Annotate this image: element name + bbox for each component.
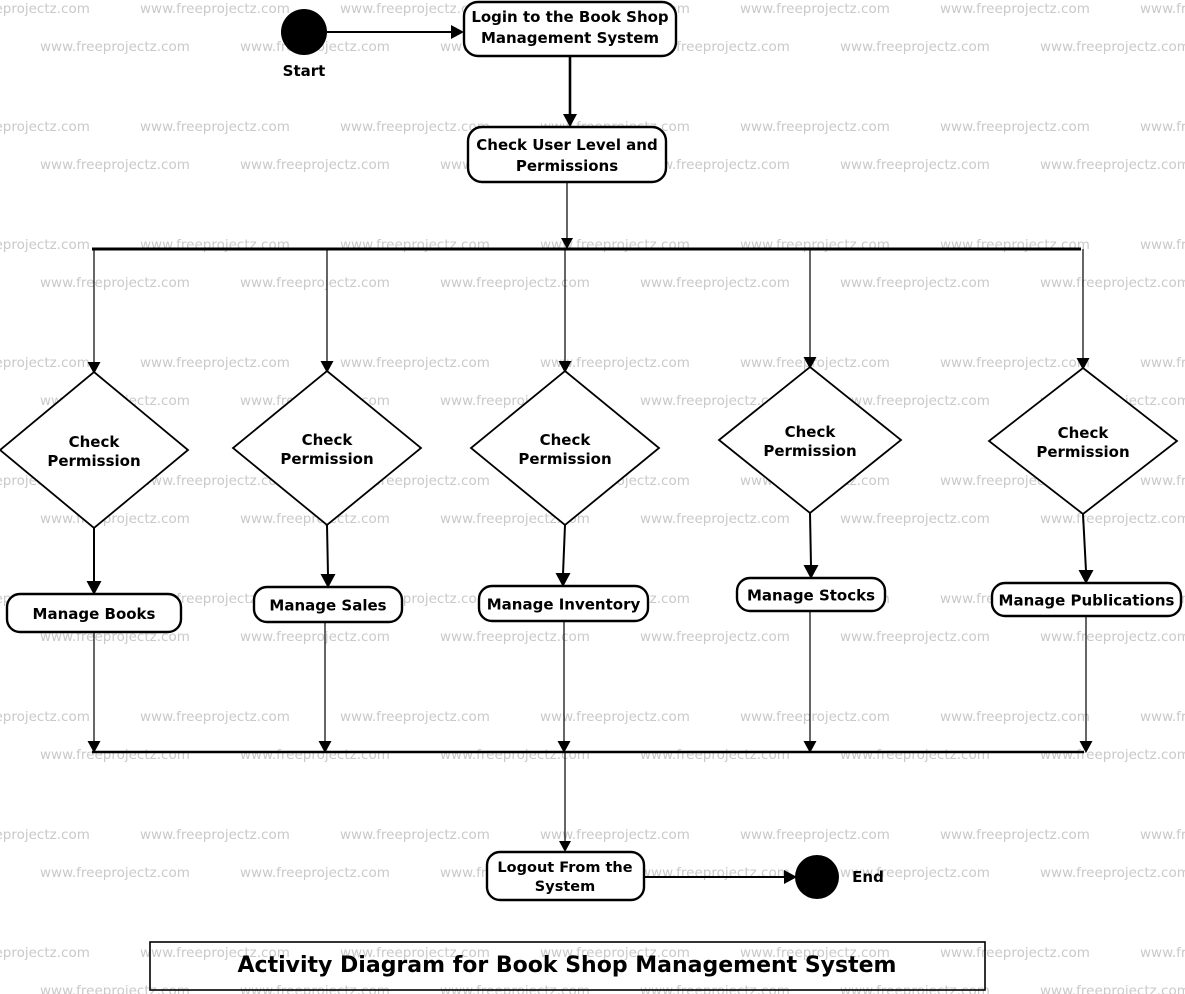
decision-label-line2-stocks: Permission xyxy=(763,442,856,460)
decision-label-line1-books: Check xyxy=(69,433,121,451)
check-user-level-action-node[interactable]: Check User Level and Permissions xyxy=(466,125,668,184)
diagram-title-frame: Activity Diagram for Book Shop Managemen… xyxy=(149,941,986,991)
diagram-title-text: Activity Diagram for Book Shop Managemen… xyxy=(238,953,897,978)
arrowhead-join-to-logout xyxy=(559,841,571,852)
action-label-publications: Manage Publications xyxy=(999,592,1175,610)
edge-decision-to-action-stocks xyxy=(809,512,812,567)
arrowhead-start-to-login xyxy=(451,25,464,39)
decision-branches-group: CheckPermissionManage BooksCheckPermissi… xyxy=(0,249,1183,753)
end-node-circle xyxy=(795,855,839,899)
decision-label-line2-inventory: Permission xyxy=(518,450,611,468)
logout-action-label-line2: System xyxy=(535,879,595,895)
diagram-graph-layer: Start Login to the Book Shop Management … xyxy=(0,0,1183,991)
logout-action-node[interactable]: Logout From the System xyxy=(485,850,646,902)
login-action-label-line1: Login to the Book Shop xyxy=(471,8,669,26)
arrowhead-check-user-to-fork xyxy=(561,238,573,249)
check-user-level-label-line2: Permissions xyxy=(516,157,618,175)
decision-label-line2-sales: Permission xyxy=(280,450,373,468)
login-action-label-line2: Management System xyxy=(481,29,659,47)
logout-action-label-line1: Logout From the xyxy=(497,860,632,876)
arrowhead-login-to-check-user xyxy=(563,114,577,127)
decision-label-line1-stocks: Check xyxy=(785,423,837,441)
edge-decision-to-action-inventory xyxy=(562,524,566,575)
start-node-circle xyxy=(281,9,327,55)
decision-label-line2-books: Permission xyxy=(47,452,140,470)
action-label-books: Manage Books xyxy=(33,605,156,623)
decision-branch-publications: CheckPermission Manage Publications xyxy=(987,249,1183,753)
edge-decision-to-action-sales xyxy=(326,524,329,576)
start-node-label: Start xyxy=(283,62,326,80)
decision-branch-inventory: CheckPermission Manage Inventory xyxy=(469,249,661,753)
check-user-level-label-line1: Check User Level and xyxy=(476,136,657,154)
action-label-stocks: Manage Stocks xyxy=(747,587,875,605)
decision-label-line1-publications: Check xyxy=(1058,424,1110,442)
decision-branch-books: CheckPermission Manage Books xyxy=(0,249,190,753)
decision-label-line2-publications: Permission xyxy=(1036,443,1129,461)
decision-label-line1-inventory: Check xyxy=(540,431,592,449)
login-action-node[interactable]: Login to the Book Shop Management System xyxy=(462,0,678,58)
start-node[interactable]: Start xyxy=(281,9,327,80)
decision-label-line1-sales: Check xyxy=(302,431,354,449)
activity-diagram-canvas: www.freeprojectz.comwww.freeprojectz.com… xyxy=(0,0,1185,994)
action-label-inventory: Manage Inventory xyxy=(487,596,641,614)
edge-decision-to-action-publications xyxy=(1082,513,1087,572)
end-node[interactable]: End xyxy=(795,855,884,899)
action-label-sales: Manage Sales xyxy=(269,597,386,615)
end-node-label: End xyxy=(852,868,884,886)
decision-branch-sales: CheckPermission Manage Sales xyxy=(231,249,423,753)
decision-branch-stocks: CheckPermission Manage Stocks xyxy=(717,249,903,753)
